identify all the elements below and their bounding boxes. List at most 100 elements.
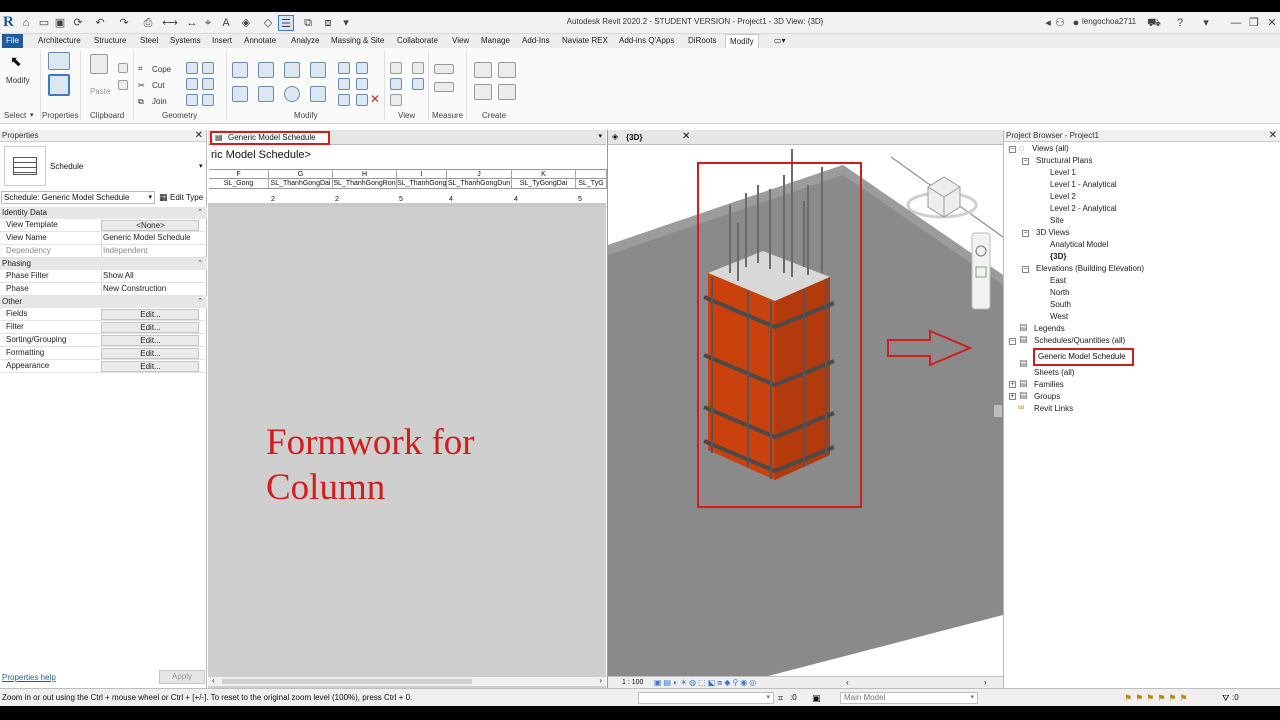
tab-generic-model-schedule[interactable]: ▤ Generic Model Schedule — [210, 131, 330, 145]
cut-icon[interactable]: ✂ — [138, 81, 145, 90]
view-template-button[interactable]: <None> — [101, 220, 199, 231]
move-icon[interactable] — [232, 86, 248, 102]
edit-type-icon[interactable]: ▦ — [159, 192, 168, 203]
section-phasing[interactable]: Phasing ⌃ — [0, 258, 207, 270]
schedule-hscrollbar[interactable]: ‹ › — [208, 676, 606, 686]
view-tool-icon[interactable] — [390, 94, 402, 106]
create-parts-icon[interactable] — [498, 62, 516, 78]
split-icon[interactable] — [338, 62, 350, 74]
column-letter[interactable]: I — [397, 169, 447, 179]
tab-massing-site[interactable]: Massing & Site — [327, 34, 388, 48]
delete-icon[interactable]: ✕ — [370, 92, 380, 106]
tree-level-2[interactable]: Level 2 — [1050, 191, 1076, 202]
properties-icon[interactable] — [48, 52, 70, 70]
tree-elevations[interactable]: Elevations (Building Elevation) — [1036, 263, 1144, 274]
tree-structural-plans[interactable]: Structural Plans — [1036, 155, 1092, 166]
appearance-edit-button[interactable]: Edit... — [101, 361, 199, 372]
tab-menu-icon[interactable]: ▾ — [598, 132, 602, 140]
tree-3d-views[interactable]: 3D Views — [1036, 227, 1070, 238]
cope-button[interactable]: Cope — [152, 65, 171, 74]
measure-between-icon[interactable] — [434, 64, 454, 74]
type-properties-icon[interactable] — [48, 74, 70, 96]
section-identity-data[interactable]: Identity Data ⌃ — [0, 207, 207, 219]
create-similar-icon[interactable] — [498, 84, 516, 100]
tab-add-ins-q-apps[interactable]: Add-ins Q'Apps — [615, 34, 678, 48]
geometry-tool-icon[interactable] — [202, 94, 214, 106]
tab-file[interactable]: File — [2, 34, 23, 48]
edit-type-button[interactable]: Edit Type — [170, 193, 203, 202]
tree-north[interactable]: North — [1050, 287, 1070, 298]
tree-analytical-model[interactable]: Analytical Model — [1050, 239, 1108, 250]
switch-windows-icon[interactable]: ⧈ — [320, 15, 336, 31]
tag-icon[interactable]: ⌖ — [200, 15, 216, 31]
unpin-icon[interactable] — [356, 94, 368, 106]
scroll-thumb[interactable] — [222, 679, 472, 684]
close-windows-icon[interactable]: ⧉ — [300, 15, 316, 31]
tree-level-1[interactable]: Level 1 — [1050, 167, 1076, 178]
tab-architecture[interactable]: Architecture — [34, 34, 85, 48]
tab-analyze[interactable]: Analyze — [287, 34, 323, 48]
join-button[interactable]: Join — [152, 97, 167, 106]
column-letter[interactable]: G — [269, 169, 333, 179]
tree-south[interactable]: South — [1050, 299, 1071, 310]
tab-systems[interactable]: Systems — [166, 34, 205, 48]
rotate-icon[interactable] — [284, 86, 300, 102]
geometry-tool-icon[interactable] — [186, 94, 198, 106]
create-assembly-icon[interactable] — [474, 62, 492, 78]
restore-icon[interactable]: ❐ — [1246, 15, 1262, 31]
properties-help-link[interactable]: Properties help — [2, 673, 56, 682]
create-group-icon[interactable] — [474, 84, 492, 100]
3d-view-icon[interactable]: ◈ — [238, 15, 254, 31]
tab-3d[interactable]: {3D} — [626, 133, 642, 142]
open-icon[interactable]: ▭ — [36, 15, 52, 31]
tree-views[interactable]: Views (all) — [1032, 143, 1069, 154]
pin-icon[interactable] — [338, 94, 350, 106]
tree-revit-links[interactable]: Revit Links — [1034, 403, 1073, 414]
collapse-icon[interactable]: ⌃ — [197, 207, 203, 219]
tab-steel[interactable]: Steel — [136, 34, 162, 48]
tab-add-ins[interactable]: Add-Ins — [518, 34, 554, 48]
join-icon[interactable]: ⧉ — [138, 97, 144, 107]
column-header[interactable]: SL_ThanhGong — [397, 179, 447, 189]
copy-element-icon[interactable] — [258, 86, 274, 102]
close-icon[interactable]: ✕ — [1269, 130, 1277, 142]
section-other[interactable]: Other ⌃ — [0, 296, 207, 308]
geometry-tool-icon[interactable] — [202, 62, 214, 74]
binoculars-icon[interactable]: ⚇ — [1052, 15, 1068, 31]
undo-icon[interactable]: ↶ — [92, 15, 108, 31]
save-icon[interactable]: ▣ — [52, 15, 68, 31]
collapse-icon[interactable]: ⌃ — [197, 258, 203, 270]
column-header[interactable]: SL_ThanhGongDun — [447, 179, 512, 189]
visibility-icon[interactable] — [412, 78, 424, 90]
3d-view[interactable]: ◈ {3D} ✕ 1: 100 ▣▤◐☀◍⬚⬕⧈◆⚲◉◎ ‹ › — [607, 130, 1003, 688]
text-icon[interactable]: A — [218, 15, 234, 31]
geometry-tool-icon[interactable] — [202, 78, 214, 90]
qat-dropdown-icon[interactable]: ▾ — [338, 15, 354, 31]
tab-modify[interactable]: Modify — [725, 34, 759, 48]
tree-level-2-analytical[interactable]: Level 2 - Analytical — [1050, 203, 1117, 214]
geometry-tool-icon[interactable] — [186, 78, 198, 90]
measure-icon[interactable]: ⟷ — [162, 15, 178, 31]
column-letter[interactable]: F — [209, 169, 269, 179]
phase-field[interactable]: New Construction — [101, 283, 199, 295]
column-header[interactable]: SL_TyGongDai — [512, 179, 576, 189]
copy-icon[interactable] — [118, 63, 128, 73]
offset-icon[interactable] — [258, 62, 274, 78]
scroll-left-icon[interactable]: ‹ — [212, 676, 215, 685]
user-name[interactable]: lengochoa2711 — [1082, 17, 1136, 26]
navigation-bar[interactable] — [971, 232, 991, 310]
select-dropdown-icon[interactable]: ▾ — [30, 111, 34, 119]
collapse-icon[interactable]: ⌃ — [197, 296, 203, 308]
scroll-right-icon[interactable]: › — [599, 676, 602, 685]
workset-dropdown[interactable]: ▾ — [638, 692, 774, 704]
tree-generic-model-schedule[interactable]: Generic Model Schedule — [1033, 348, 1134, 366]
tab-manage[interactable]: Manage — [477, 34, 514, 48]
tree-families[interactable]: Families — [1034, 379, 1064, 390]
trim-icon[interactable] — [310, 86, 326, 102]
tree-3d[interactable]: {3D} — [1050, 251, 1066, 262]
collapse-icon[interactable]: − — [1009, 146, 1016, 153]
panel-select[interactable]: Select — [4, 111, 26, 120]
formatting-edit-button[interactable]: Edit... — [101, 348, 199, 359]
collapse-icon[interactable]: − — [1022, 158, 1029, 165]
tree-east[interactable]: East — [1050, 275, 1066, 286]
